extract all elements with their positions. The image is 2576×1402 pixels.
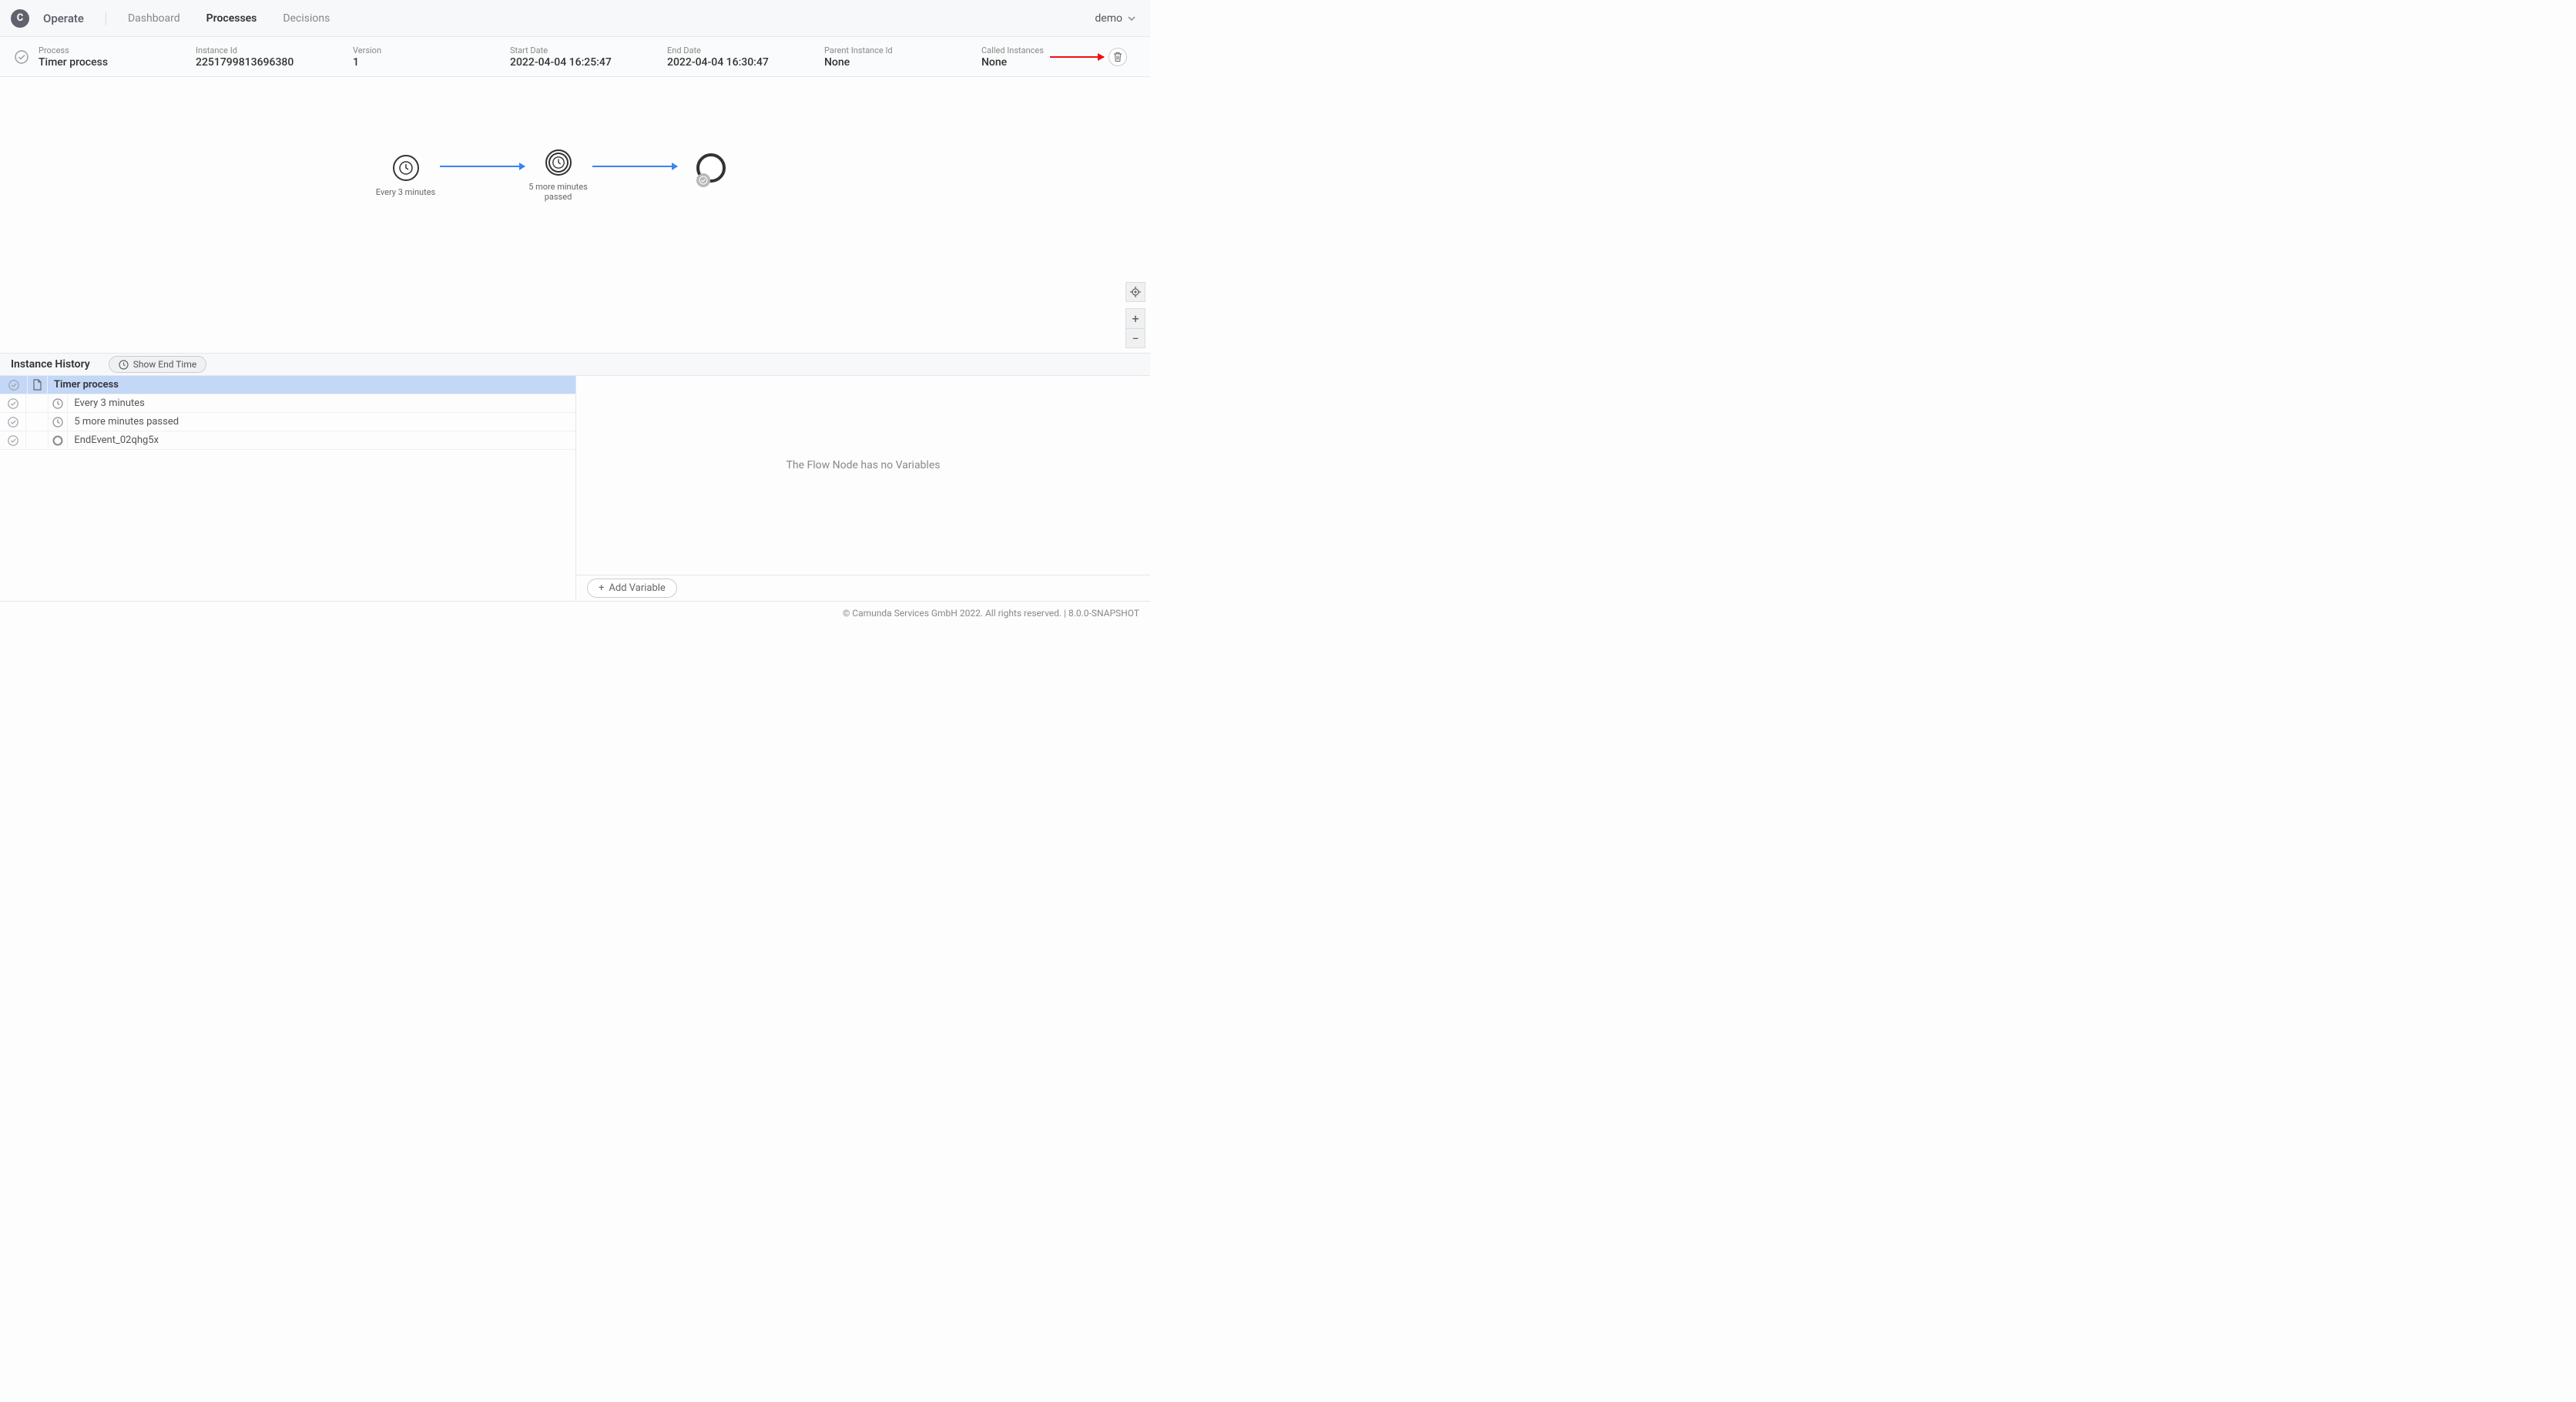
- detail-process-label: Process: [39, 45, 190, 55]
- status-completed-icon: [0, 376, 28, 394]
- show-end-time-label: Show End Time: [133, 359, 197, 370]
- detail-start-date-value: 2022-04-04 16:25:47: [510, 56, 661, 69]
- detail-version-label: Version: [353, 45, 504, 55]
- detail-instance-id-value: 2251799813696380: [196, 56, 347, 69]
- detail-end-date-value: 2022-04-04 16:30:47: [667, 56, 818, 69]
- tab-dashboard[interactable]: Dashboard: [128, 12, 180, 25]
- detail-parent-instance: Parent Instance Id None: [824, 45, 975, 69]
- crosshair-icon: [1130, 287, 1141, 297]
- footer: © Camunda Services GmbH 2022. All rights…: [0, 601, 1150, 624]
- detail-version: Version 1: [353, 45, 504, 69]
- diagram-zoom-controls: + −: [1125, 282, 1145, 348]
- variables-panel: The Flow Node has no Variables + Add Var…: [576, 376, 1150, 601]
- detail-parent-instance-value: None: [824, 56, 975, 69]
- instance-history-header: Instance History Show End Time: [0, 353, 1150, 376]
- zoom-out-button[interactable]: −: [1125, 328, 1145, 348]
- tab-processes[interactable]: Processes: [206, 12, 257, 25]
- clock-icon: [48, 413, 68, 431]
- instance-history-tree: Timer process Every 3 minutes 5 more: [0, 376, 576, 601]
- sequence-flow-2: [592, 166, 677, 167]
- status-completed-icon: [0, 413, 26, 431]
- intermediate-event-label: 5 more minutes passed: [528, 182, 589, 202]
- user-menu[interactable]: demo: [1095, 12, 1139, 25]
- detail-version-value: 1: [353, 56, 504, 69]
- reset-viewport-button[interactable]: [1125, 282, 1145, 302]
- bpmn-diagram-panel[interactable]: Every 3 minutes 5 more minutes passed: [0, 77, 1150, 353]
- variables-empty-message: The Flow Node has no Variables: [787, 459, 941, 471]
- start-event-label: Every 3 minutes: [376, 187, 435, 197]
- tree-row-timer-1[interactable]: Every 3 minutes: [0, 394, 575, 413]
- document-icon: [28, 376, 48, 394]
- add-variable-label: Add Variable: [609, 582, 665, 594]
- chevron-down-icon: [1127, 14, 1136, 23]
- clock-icon: [552, 156, 565, 169]
- instance-details-bar: Process Timer process Instance Id 225179…: [0, 37, 1150, 77]
- show-end-time-button[interactable]: Show End Time: [109, 356, 207, 373]
- instance-status-icon: [11, 50, 32, 64]
- status-completed-icon: [0, 394, 26, 412]
- user-label: demo: [1095, 12, 1122, 25]
- end-event-icon: [48, 431, 68, 449]
- tab-decisions[interactable]: Decisions: [283, 12, 330, 25]
- tree-row-label: Every 3 minutes: [68, 397, 145, 409]
- annotation-arrow: [1050, 56, 1104, 58]
- plus-icon: +: [599, 582, 604, 594]
- detail-start-date: Start Date 2022-04-04 16:25:47: [510, 45, 661, 69]
- nav-tabs: Dashboard Processes Decisions: [128, 12, 330, 25]
- delete-area: [1050, 48, 1127, 66]
- footer-text: © Camunda Services GmbH 2022. All rights…: [843, 608, 1139, 619]
- add-variable-button[interactable]: + Add Variable: [587, 579, 677, 598]
- tree-row-timer-2[interactable]: 5 more minutes passed: [0, 413, 575, 431]
- detail-process: Process Timer process: [39, 45, 190, 69]
- completed-badge-icon: [696, 173, 710, 187]
- clock-icon: [119, 360, 129, 370]
- app-logo[interactable]: C: [11, 9, 29, 28]
- plus-icon: +: [1132, 311, 1139, 326]
- clock-icon: [398, 160, 414, 176]
- end-event[interactable]: [680, 153, 742, 183]
- detail-instance-id: Instance Id 2251799813696380: [196, 45, 347, 69]
- tree-row-label: 5 more minutes passed: [68, 416, 179, 428]
- start-event[interactable]: Every 3 minutes: [375, 155, 437, 197]
- zoom-in-button[interactable]: +: [1125, 308, 1145, 328]
- detail-process-value: Timer process: [39, 56, 190, 69]
- trash-icon: [1113, 52, 1122, 62]
- detail-start-date-label: Start Date: [510, 45, 661, 55]
- header-left: C Operate Dashboard Processes Decisions: [11, 9, 330, 28]
- tree-row-label: Timer process: [48, 379, 119, 391]
- clock-icon: [48, 394, 68, 412]
- intermediate-event[interactable]: 5 more minutes passed: [528, 149, 589, 202]
- bottom-panels: Timer process Every 3 minutes 5 more: [0, 376, 1150, 601]
- app-name[interactable]: Operate: [43, 12, 106, 25]
- detail-end-date-label: End Date: [667, 45, 818, 55]
- tree-row-label: EndEvent_02qhg5x: [68, 434, 159, 446]
- app-header: C Operate Dashboard Processes Decisions …: [0, 0, 1150, 37]
- status-completed-icon: [0, 431, 26, 449]
- instance-history-title: Instance History: [11, 358, 90, 371]
- delete-instance-button[interactable]: [1109, 48, 1127, 66]
- detail-end-date: End Date 2022-04-04 16:30:47: [667, 45, 818, 69]
- detail-parent-instance-label: Parent Instance Id: [824, 45, 975, 55]
- tree-row-end-event[interactable]: EndEvent_02qhg5x: [0, 431, 575, 450]
- bpmn-diagram: Every 3 minutes 5 more minutes passed: [375, 149, 742, 202]
- tree-row-process[interactable]: Timer process: [0, 376, 575, 394]
- sequence-flow-1: [440, 166, 525, 167]
- minus-icon: −: [1132, 331, 1139, 346]
- detail-instance-id-label: Instance Id: [196, 45, 347, 55]
- add-variable-row: + Add Variable: [576, 575, 1150, 601]
